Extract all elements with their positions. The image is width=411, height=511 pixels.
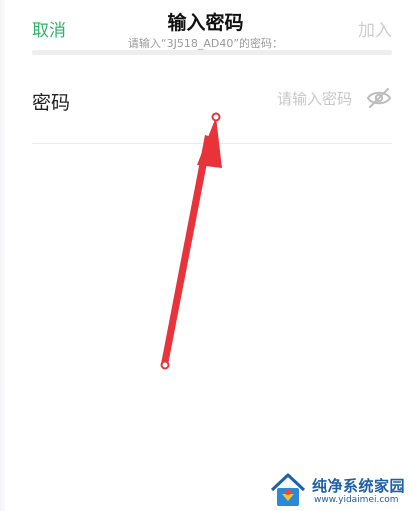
password-input[interactable]: [240, 86, 352, 112]
row-divider: [32, 143, 392, 144]
eye-off-icon[interactable]: [366, 86, 392, 110]
network-prompt: 请输入“3J518_AD40”的密码：: [127, 37, 284, 50]
join-button[interactable]: 加入: [358, 16, 392, 41]
dialog-header: 取消 输入密码 请输入“3J518_AD40”的密码： 加入: [0, 0, 411, 58]
password-row: 密码: [0, 70, 411, 145]
header-divider: [32, 50, 392, 55]
password-dialog: 取消 输入密码 请输入“3J518_AD40”的密码： 加入 密码 纯净系统家园…: [0, 0, 411, 511]
password-label: 密码: [32, 92, 71, 114]
page-title: 输入密码: [167, 12, 244, 34]
house-logo-icon: [270, 473, 306, 506]
watermark-url: www.yidaimei.com: [314, 495, 399, 505]
watermark: 纯净系统家园 www.yidaimei.com: [268, 470, 411, 511]
watermark-name: 纯净系统家园: [312, 477, 406, 495]
